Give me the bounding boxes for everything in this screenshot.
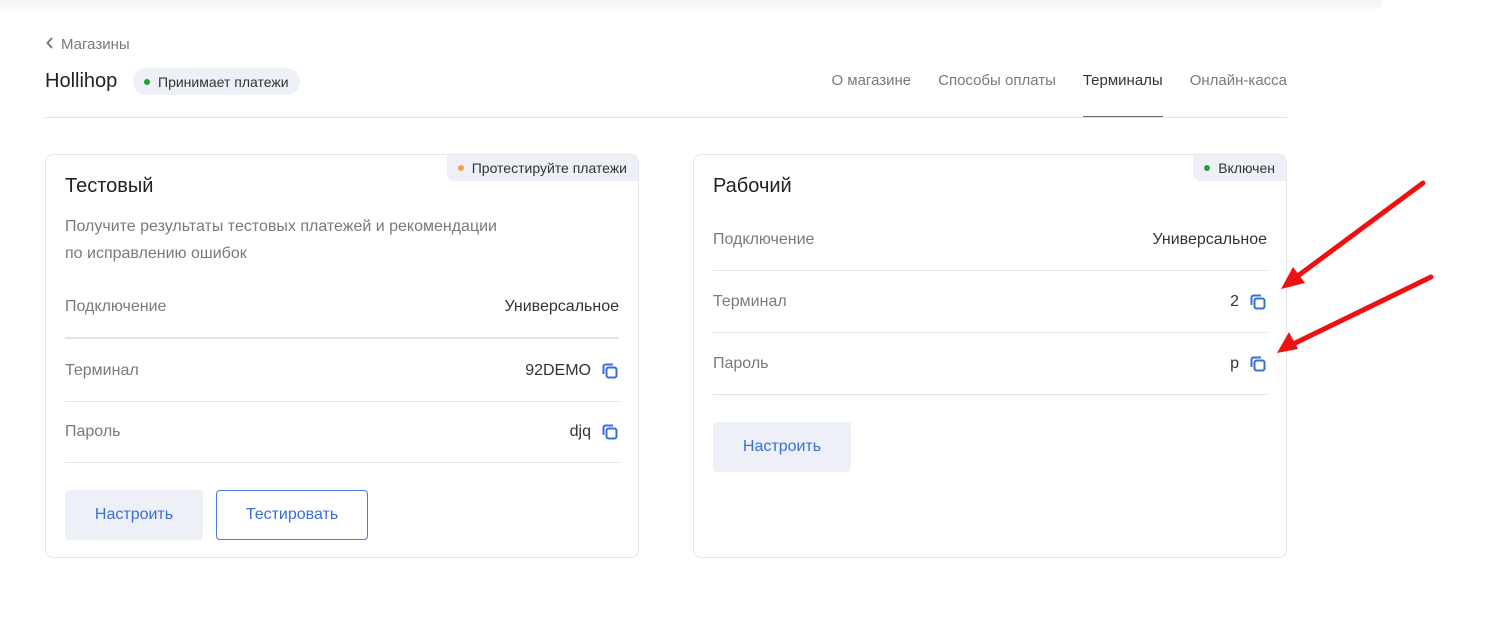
tab-online-cashbox[interactable]: Онлайн-касса [1190, 72, 1287, 118]
test-button[interactable]: Тестировать [216, 490, 368, 540]
row-label: Терминал [713, 292, 787, 310]
test-password-row: Пароль djq [65, 401, 619, 463]
row-value: 92DEMO [525, 361, 591, 379]
status-dot [144, 78, 150, 85]
test-connection-row: Подключение Универсальное [65, 277, 619, 339]
tab-about[interactable]: О магазине [831, 72, 911, 118]
test-card-description: Получите результаты тестовых платежей и … [65, 213, 545, 267]
badge-dot [457, 165, 464, 171]
tab-bar: О магазине Способы оплаты Терминалы Онла… [831, 72, 1287, 118]
test-badge: Протестируйте платежи [446, 155, 638, 181]
configure-button[interactable]: Настроить [713, 422, 851, 472]
page-title: Hollihop [45, 70, 118, 92]
test-terminal-card: Протестируйте платежи Тестовый Получите … [45, 154, 639, 558]
header-divider [45, 117, 1287, 118]
prod-terminal-row: Терминал 2 [713, 271, 1267, 333]
configure-button[interactable]: Настроить [65, 490, 203, 540]
back-link-label: Магазины [61, 36, 130, 53]
row-value: Универсальное [504, 298, 619, 315]
status-label: Принимает платежи [158, 73, 289, 90]
annotation-arrows [1277, 180, 1434, 353]
back-link[interactable]: Магазины [45, 36, 130, 53]
description-line-2: по исправлению ошибок [65, 245, 247, 262]
prod-card-title: Рабочий [713, 175, 792, 197]
row-value: 2 [1230, 292, 1239, 310]
copy-icon[interactable] [601, 423, 619, 441]
row-label: Пароль [65, 422, 121, 440]
row-value: djq [569, 422, 591, 440]
row-value: p [1230, 354, 1239, 372]
arrow-icon [1281, 180, 1426, 289]
prod-password-row: Пароль p [713, 333, 1267, 395]
tab-terminals[interactable]: Терминалы [1082, 72, 1163, 118]
row-value-wrap: 92DEMO [525, 362, 619, 380]
row-value-wrap: djq [570, 423, 619, 441]
prod-badge-label: Включен [1218, 160, 1275, 176]
prod-connection-row: Подключение Универсальное [713, 209, 1267, 271]
prod-terminal-card: Включен Рабочий Подключение Универсально… [693, 154, 1287, 558]
row-label: Терминал [65, 361, 139, 379]
badge-dot [1204, 165, 1211, 171]
status-badge: Принимает платежи [133, 68, 300, 95]
description-line-1: Получите результаты тестовых платежей и … [65, 218, 497, 235]
row-label: Подключение [713, 230, 815, 248]
row-value: Универсальное [1152, 230, 1267, 248]
copy-icon[interactable] [601, 362, 619, 380]
tab-payment-methods[interactable]: Способы оплаты [938, 72, 1056, 118]
chevron-left-icon [45, 36, 55, 53]
row-label: Пароль [713, 354, 769, 372]
test-badge-label: Протестируйте платежи [471, 160, 627, 176]
test-terminal-row: Терминал 92DEMO [65, 340, 619, 402]
test-card-title: Тестовый [65, 175, 154, 197]
arrow-icon [1277, 274, 1434, 353]
row-label: Подключение [65, 298, 167, 315]
top-shadow [0, 0, 1382, 12]
